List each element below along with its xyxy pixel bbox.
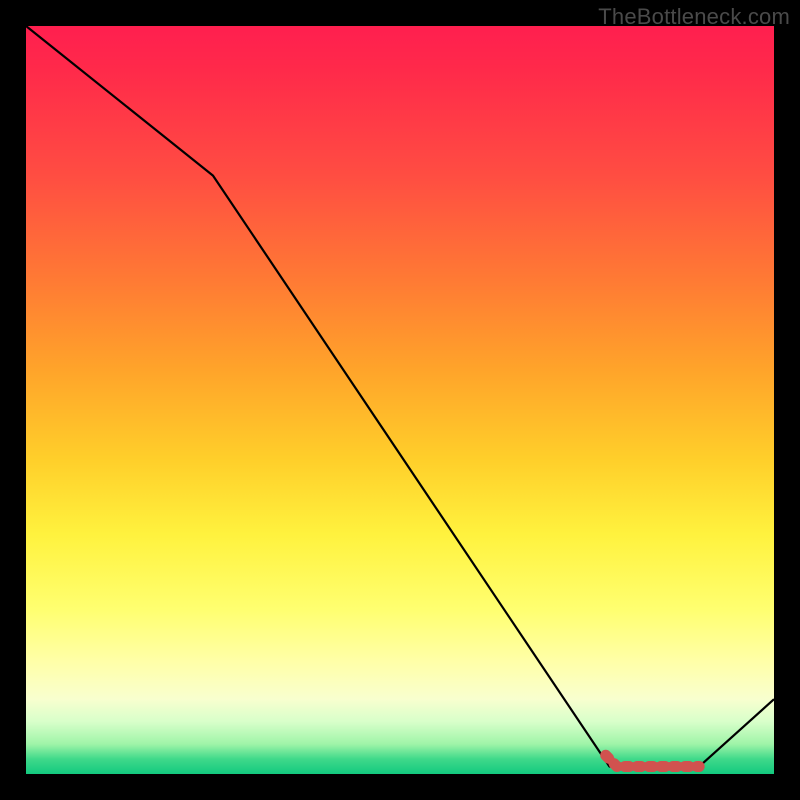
chart-frame: TheBottleneck.com xyxy=(0,0,800,800)
plot-area xyxy=(26,26,774,774)
watermark-text: TheBottleneck.com xyxy=(598,4,790,30)
